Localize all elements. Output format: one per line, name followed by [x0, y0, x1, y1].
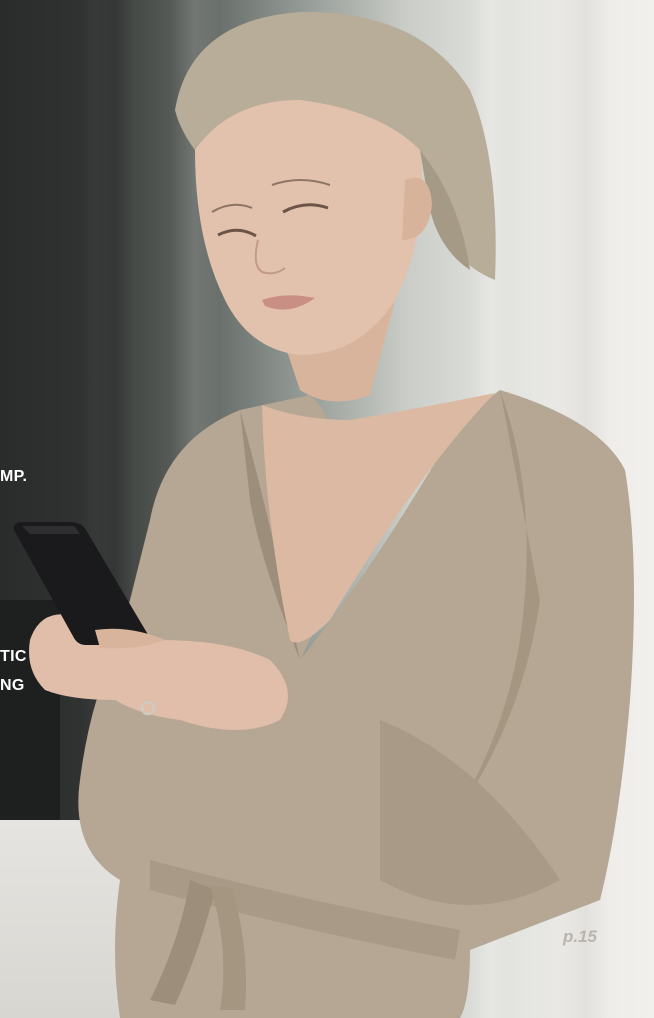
photo-page: MP. TIC NG p.15	[0, 0, 654, 1018]
ear	[402, 177, 432, 240]
page-number: p.15	[563, 927, 598, 946]
side-text-line-1: MP.	[0, 468, 28, 485]
phone-highlight	[22, 526, 80, 534]
side-text-line-2: TIC	[0, 648, 27, 665]
side-text-line-3: NG	[0, 677, 25, 694]
phone	[13, 522, 151, 645]
woman-figure	[13, 11, 635, 1018]
